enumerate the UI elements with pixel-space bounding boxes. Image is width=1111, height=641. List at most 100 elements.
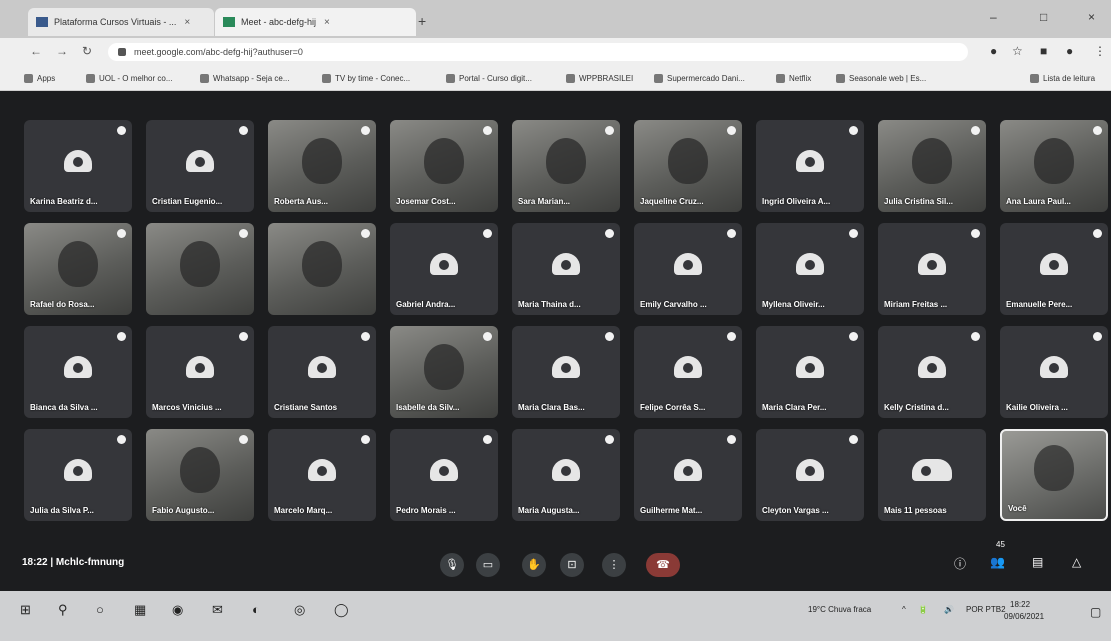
participant-tile[interactable]: Fabio Augusto...	[146, 429, 254, 521]
chrome-icon[interactable]: ◎	[294, 602, 305, 618]
activities-button[interactable]: △	[1072, 555, 1081, 569]
participant-tile[interactable]: Julia Cristina Sil...	[878, 120, 986, 212]
mic-muted-icon	[117, 229, 126, 238]
participant-tile[interactable]: Maria Clara Per...	[756, 326, 864, 418]
participant-tile[interactable]: Karina Beatriz d...	[24, 120, 132, 212]
bookmark-item[interactable]: Netflix	[776, 70, 811, 86]
participant-tile[interactable]: Julia da Silva P...	[24, 429, 132, 521]
bookmark-item[interactable]: Whatsapp - Seja ce...	[200, 70, 289, 86]
more-participants-tile[interactable]: Mais 11 pessoas	[878, 429, 986, 521]
edge-icon[interactable]: ◉	[172, 602, 183, 618]
participant-tile[interactable]: Kailie Oliveira ...	[1000, 326, 1108, 418]
back-button[interactable]: ←	[30, 44, 42, 58]
bookmark-favicon-icon	[566, 73, 575, 83]
present-screen-button[interactable]: ⊡	[560, 553, 584, 577]
camera-toggle-button[interactable]: ▭	[476, 553, 500, 577]
more-options-button[interactable]: ⋮	[602, 553, 626, 577]
forward-button[interactable]: →	[56, 44, 68, 58]
bookmark-item[interactable]: Apps	[24, 70, 55, 86]
participant-tile[interactable]: Emanuelle Pere...	[1000, 223, 1108, 315]
participant-avatar-icon	[918, 356, 946, 378]
profile-avatar-icon[interactable]: ●	[1066, 44, 1073, 58]
tray-overflow-icon[interactable]: ^	[902, 605, 906, 614]
participant-name: Jaqueline Cruz...	[640, 197, 704, 206]
explorer-icon[interactable]: ◐	[252, 602, 260, 617]
participant-tile[interactable]: Roberta Aus...	[268, 120, 376, 212]
weather-widget[interactable]: 19°C Chuva fraca	[808, 605, 871, 614]
mail-icon[interactable]: ✉	[212, 602, 223, 618]
tab-close-icon[interactable]: ×	[324, 17, 330, 28]
new-tab-button[interactable]: +	[418, 13, 426, 29]
maximize-button[interactable]: □	[1040, 10, 1047, 24]
mic-muted-icon	[971, 229, 980, 238]
reading-list-button[interactable]: Lista de leitura	[1030, 70, 1095, 86]
mic-muted-icon	[849, 435, 858, 444]
bookmark-item[interactable]: WPPBRASILEI	[566, 70, 633, 86]
participant-tile[interactable]	[146, 223, 254, 315]
participant-tile[interactable]: Pedro Morais ...	[390, 429, 498, 521]
participant-tile[interactable]: Josemar Cost...	[390, 120, 498, 212]
language-indicator[interactable]: POR PTB2	[966, 605, 1006, 614]
battery-icon[interactable]: 🔋	[918, 605, 928, 614]
extension-icon[interactable]: ●	[990, 44, 997, 58]
bookmark-item[interactable]: TV by time - Conec...	[322, 70, 410, 86]
raise-hand-button[interactable]: ✋	[522, 553, 546, 577]
tab-meet[interactable]: Meet - abc-defg-hij ×	[215, 8, 416, 36]
bookmark-item[interactable]: Portal - Curso digit...	[446, 70, 532, 86]
participant-tile[interactable]: Guilherme Mat...	[634, 429, 742, 521]
reload-button[interactable]: ↻	[82, 44, 92, 58]
self-view-tile[interactable]: Você	[1000, 429, 1108, 521]
mic-muted-icon	[361, 126, 370, 135]
participant-tile[interactable]: Isabelle da Silv...	[390, 326, 498, 418]
cortana-icon[interactable]: ○	[96, 602, 104, 617]
volume-icon[interactable]: 🔊	[944, 605, 954, 614]
participant-tile[interactable]: Sara Marian...	[512, 120, 620, 212]
participant-tile[interactable]: Miriam Freitas ...	[878, 223, 986, 315]
participant-tile[interactable]	[268, 223, 376, 315]
mic-toggle-button[interactable]: 🎙	[440, 553, 464, 577]
mic-muted-icon	[239, 332, 248, 341]
participant-tile[interactable]: Emily Carvalho ...	[634, 223, 742, 315]
participant-tile[interactable]: Marcelo Marq...	[268, 429, 376, 521]
close-window-button[interactable]: ×	[1088, 10, 1095, 24]
participant-tile[interactable]: Cristiane Santos	[268, 326, 376, 418]
clock-time[interactable]: 18:22	[1010, 600, 1030, 609]
notification-center-icon[interactable]: ▢	[1090, 605, 1101, 619]
participant-tile[interactable]: Maria Thaina d...	[512, 223, 620, 315]
app-icon[interactable]: ◯	[334, 602, 349, 618]
url-input[interactable]: meet.google.com/abc-defg-hij?authuser=0	[108, 43, 968, 61]
participant-tile[interactable]: Ana Laura Paul...	[1000, 120, 1108, 212]
bookmark-item[interactable]: UOL - O melhor co...	[86, 70, 173, 86]
participant-tile[interactable]: Bianca da Silva ...	[24, 326, 132, 418]
participant-tile[interactable]: Cristian Eugenio...	[146, 120, 254, 212]
participant-tile[interactable]: Maria Clara Bas...	[512, 326, 620, 418]
participant-avatar-icon	[674, 356, 702, 378]
participant-tile[interactable]: Rafael do Rosa...	[24, 223, 132, 315]
bookmark-star-icon[interactable]: ☆	[1012, 44, 1023, 58]
extension-icon[interactable]: ■	[1040, 44, 1047, 58]
tab-close-icon[interactable]: ×	[184, 17, 190, 28]
meeting-info-button[interactable]: ⓘ	[954, 555, 966, 572]
participant-tile[interactable]: Gabriel Andra...	[390, 223, 498, 315]
participant-name: Roberta Aus...	[274, 197, 328, 206]
leave-call-button[interactable]: ☎	[646, 553, 680, 577]
people-button[interactable]: 👥	[990, 555, 1005, 569]
browser-menu-icon[interactable]: ⋮	[1094, 44, 1106, 58]
start-menu-icon[interactable]: ⊞	[20, 602, 31, 618]
participant-tile[interactable]: Felipe Corrêa S...	[634, 326, 742, 418]
participant-tile[interactable]: Cleyton Vargas ...	[756, 429, 864, 521]
clock-date[interactable]: 09/06/2021	[1004, 612, 1044, 621]
task-view-icon[interactable]: ▦	[134, 602, 146, 618]
search-icon[interactable]: ⚲	[58, 602, 68, 618]
participant-tile[interactable]: Jaqueline Cruz...	[634, 120, 742, 212]
bookmark-item[interactable]: Supermercado Dani...	[654, 70, 745, 86]
participant-tile[interactable]: Marcos Vinicius ...	[146, 326, 254, 418]
participant-tile[interactable]: Maria Augusta...	[512, 429, 620, 521]
tab-courses[interactable]: Plataforma Cursos Virtuais - ... ×	[28, 8, 214, 36]
participant-tile[interactable]: Myllena Oliveir...	[756, 223, 864, 315]
minimize-button[interactable]: –	[990, 10, 997, 24]
participant-tile[interactable]: Ingrid Oliveira A...	[756, 120, 864, 212]
chat-button[interactable]: ▤	[1032, 555, 1043, 569]
participant-tile[interactable]: Kelly Cristina d...	[878, 326, 986, 418]
bookmark-item[interactable]: Seasonale web | Es...	[836, 70, 926, 86]
